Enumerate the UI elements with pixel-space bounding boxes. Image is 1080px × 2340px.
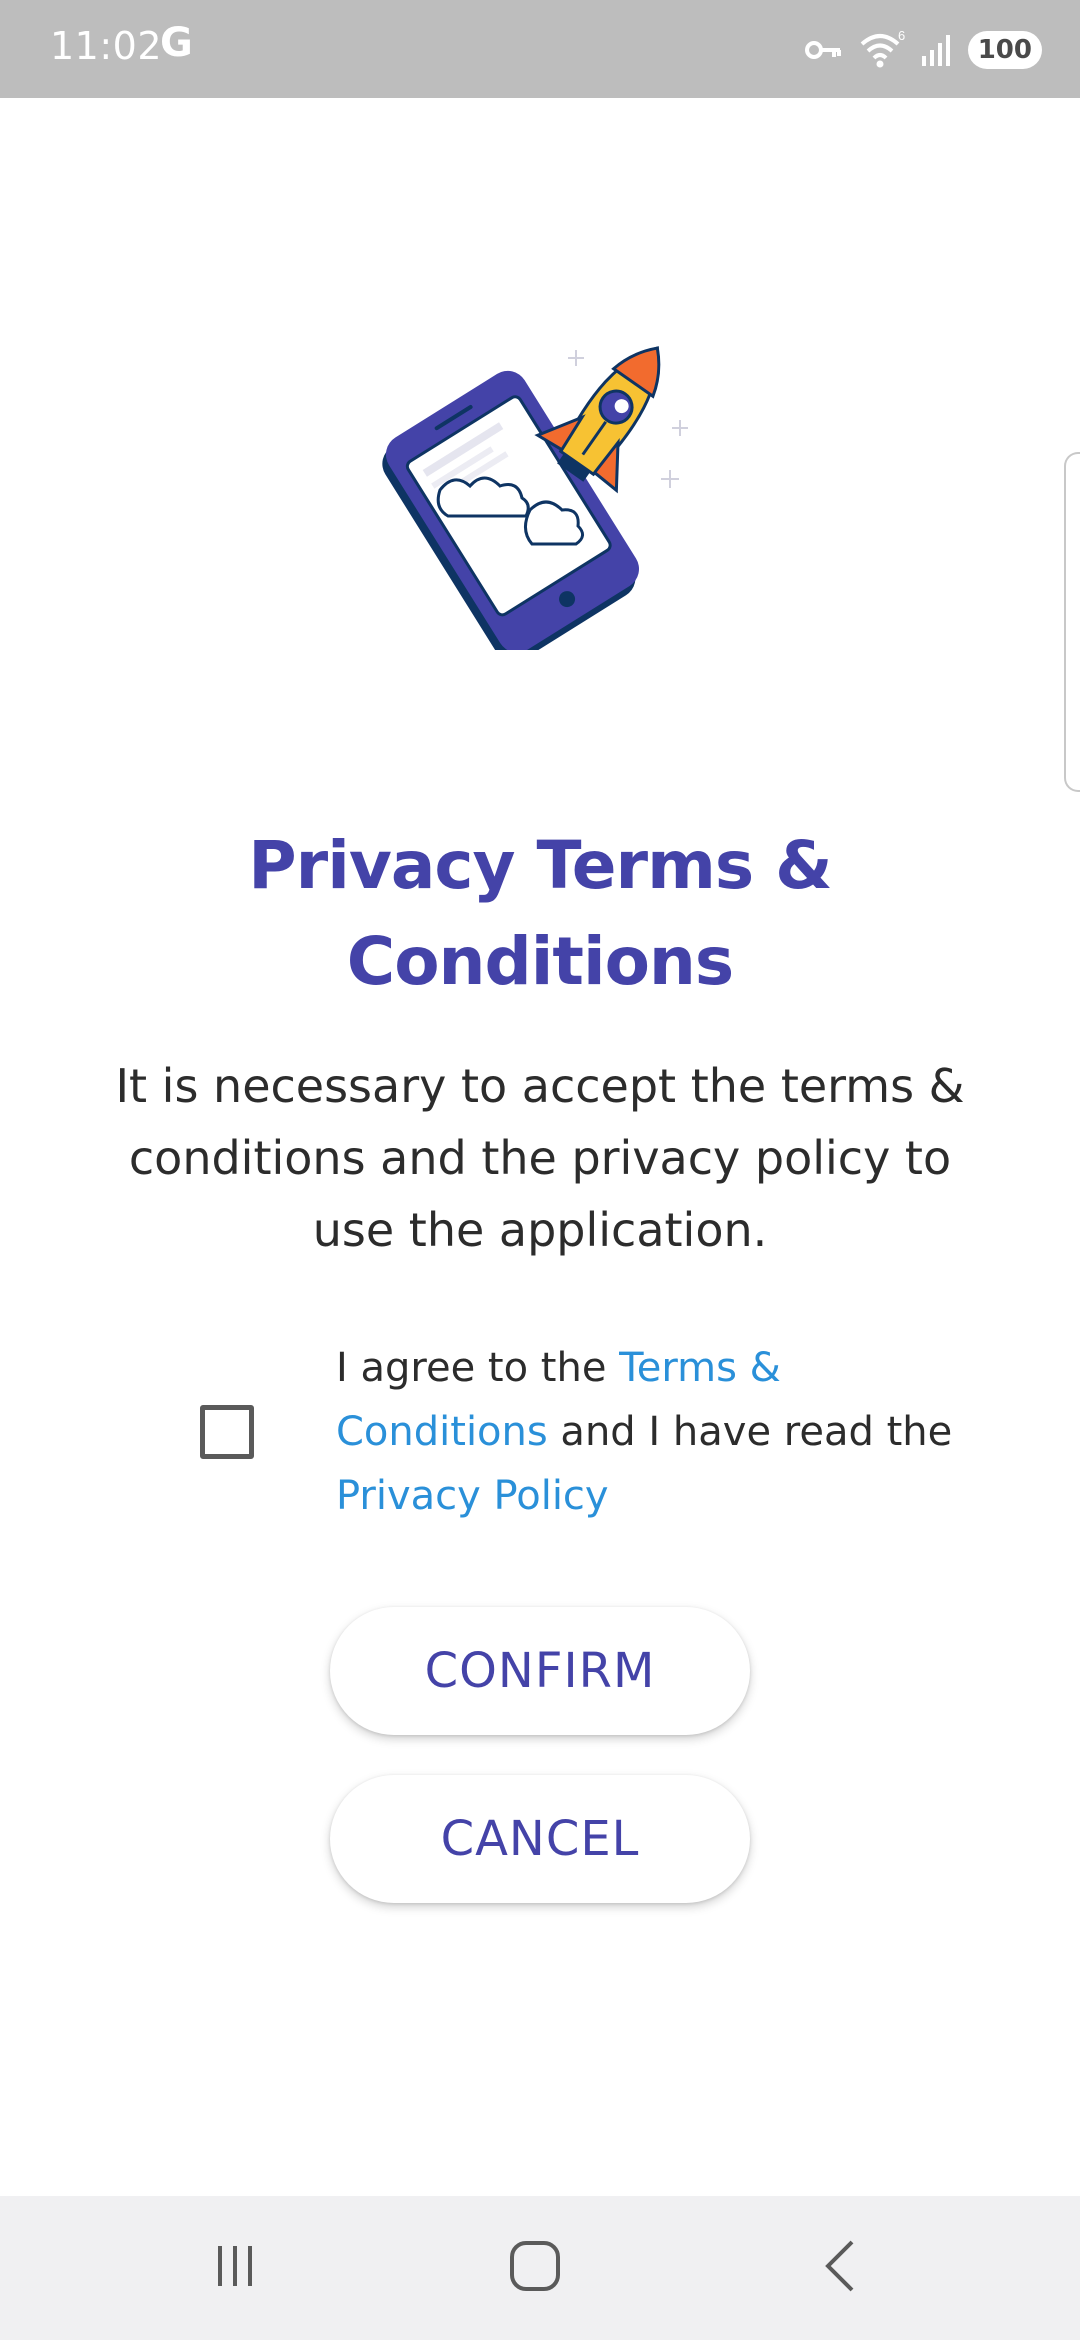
wifi-icon: 6 bbox=[860, 30, 905, 68]
battery-icon: 100 bbox=[967, 31, 1042, 69]
status-bar: 11:02 G 6 100 bbox=[0, 0, 1080, 98]
navigation-bar bbox=[0, 2196, 1080, 2340]
back-button[interactable] bbox=[795, 2226, 885, 2306]
edge-panel-handle[interactable] bbox=[1064, 452, 1080, 792]
page-title: Privacy Terms & Conditions bbox=[248, 827, 832, 1000]
privacy-policy-link[interactable]: Privacy Policy bbox=[336, 1473, 609, 1519]
home-icon bbox=[510, 2241, 560, 2291]
cancel-button-label: CANCEL bbox=[440, 1811, 640, 1867]
vpn-key-icon bbox=[804, 41, 841, 59]
battery-level: 100 bbox=[977, 35, 1032, 65]
network-badge: 6 bbox=[898, 30, 905, 43]
description-text: It is necessary to accept the terms & co… bbox=[115, 1059, 965, 1257]
google-icon: G bbox=[160, 20, 193, 66]
privacy-terms-screen: 11:02 G 6 100 Privacy Terms & Conditions… bbox=[0, 0, 1080, 2340]
recent-apps-icon bbox=[218, 2246, 252, 2286]
home-button[interactable] bbox=[490, 2226, 580, 2306]
agreement-text: I agree to the Terms & Conditions and I … bbox=[336, 1336, 956, 1528]
signal-icon bbox=[921, 35, 950, 66]
agreement-text-prefix: I agree to the bbox=[336, 1345, 620, 1391]
cancel-button[interactable]: CANCEL bbox=[330, 1775, 750, 1903]
confirm-button-label: CONFIRM bbox=[424, 1643, 656, 1699]
phone-rocket-illustration bbox=[382, 346, 688, 650]
back-icon bbox=[825, 2240, 854, 2292]
status-time: 11:02 bbox=[50, 24, 163, 68]
status-icons: 6 100 bbox=[804, 28, 1042, 72]
recent-apps-button[interactable] bbox=[190, 2226, 280, 2306]
agree-checkbox[interactable] bbox=[200, 1405, 254, 1459]
agreement-text-middle: and I have read the bbox=[547, 1409, 953, 1455]
confirm-button[interactable]: CONFIRM bbox=[330, 1607, 750, 1735]
